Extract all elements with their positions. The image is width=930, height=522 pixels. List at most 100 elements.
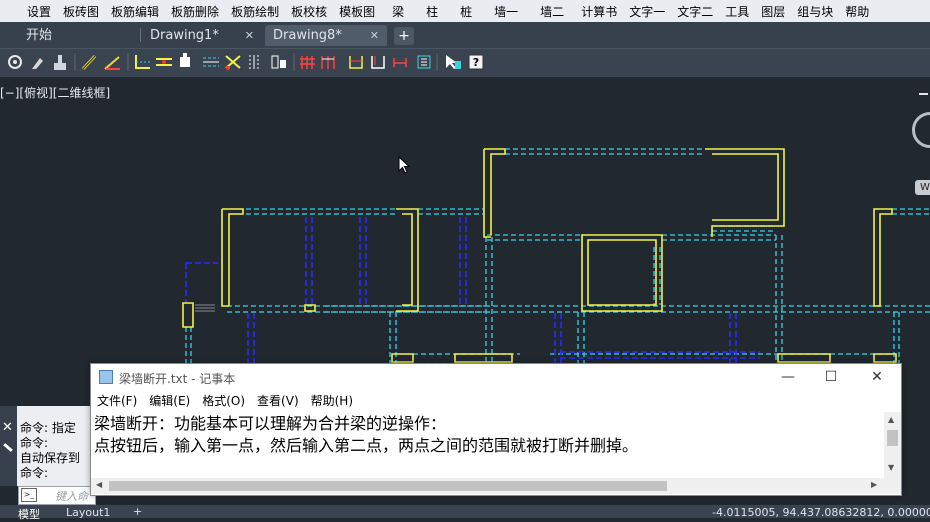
notepad-app-icon	[99, 370, 113, 384]
menu-item-text1[interactable]: 文字一	[623, 3, 671, 20]
stamp-icon[interactable]	[54, 55, 66, 70]
menu-item-settings[interactable]: 设置	[21, 3, 57, 20]
command-input[interactable]: >_ 键入命令	[18, 486, 96, 519]
close-icon[interactable]: ✕	[370, 25, 379, 46]
tab-start[interactable]: 开始	[18, 25, 138, 46]
toolbar: ?	[0, 48, 930, 78]
menu-item-formwork[interactable]: 模板图	[333, 3, 381, 20]
gear-icon[interactable]	[8, 55, 22, 69]
menu-item-rebar-draw[interactable]: 板筋绘制	[225, 3, 285, 20]
menu-file[interactable]: 文件(F)	[91, 392, 143, 410]
horizontal-scrollbar[interactable]: ◀ ▶	[91, 478, 884, 494]
text-line-1: 梁墙断开：功能基本可以理解为合并梁的逆操作：	[94, 414, 447, 433]
command-line-4: 命令:	[20, 466, 49, 480]
menu-item-tools[interactable]: 工具	[719, 3, 755, 20]
query-cursor-icon[interactable]	[446, 55, 461, 69]
scroll-thumb[interactable]	[109, 481, 667, 491]
tab-separator	[140, 28, 141, 42]
minimize-button[interactable]: —	[777, 367, 799, 387]
menu-item-slab-drawing[interactable]: 板砖图	[57, 3, 105, 20]
notepad-menu-bar: 文件(F) 编辑(E) 格式(O) 查看(V) 帮助(H)	[91, 392, 901, 410]
wrench-icon[interactable]	[3, 443, 13, 452]
menu-help[interactable]: 帮助(H)	[305, 392, 359, 410]
column-lines	[185, 217, 760, 377]
scroll-right-arrow[interactable]: ▶	[871, 480, 877, 489]
grid-icon[interactable]	[300, 56, 315, 69]
vertical-scrollbar[interactable]: ▲ ▼	[884, 412, 901, 478]
beam-bracket-icon[interactable]	[349, 56, 363, 69]
tab-drawing8[interactable]: Drawing8* ✕	[265, 25, 387, 46]
help-icon[interactable]: ?	[468, 54, 484, 70]
beam-dashed-icon[interactable]	[203, 57, 219, 67]
menu-item-group-block[interactable]: 组与块	[791, 3, 839, 20]
menu-item-help[interactable]: 帮助	[839, 3, 875, 20]
command-prompt-icon[interactable]: >_	[21, 488, 37, 502]
menu-item-slab-check[interactable]: 板校核	[285, 3, 333, 20]
scissors-icon[interactable]	[225, 55, 241, 70]
tab-start-label: 开始	[26, 28, 53, 43]
viewcube-ring	[912, 112, 930, 148]
menu-item-wall1[interactable]: 墙一	[483, 3, 529, 20]
plus-icon: +	[398, 28, 410, 44]
tab-drawing1[interactable]: Drawing1* ✕	[142, 25, 262, 46]
menu-bar: 设置 板砖图 板筋编辑 板筋删除 板筋绘制 板校核 模板图 梁 柱 桩 墙一 墙…	[0, 0, 930, 22]
mouse-cursor-icon	[398, 156, 411, 174]
menu-item-column[interactable]: 柱	[415, 3, 449, 20]
toolbar-icons: ?	[8, 53, 484, 71]
add-layout-button[interactable]: +	[133, 505, 142, 518]
scroll-left-arrow[interactable]: ◀	[96, 480, 102, 489]
svg-text:?: ?	[473, 56, 479, 69]
compass-west-label: W	[920, 182, 930, 193]
beam-lines	[185, 148, 930, 387]
layout-tabs-bar: 模型 Layout1 + -4.0115005, 94.437.08632812…	[0, 505, 930, 521]
pencil-icon[interactable]	[81, 54, 97, 71]
beam-merge-icon[interactable]	[271, 55, 286, 69]
menu-item-layers[interactable]: 图层	[755, 3, 791, 20]
menu-item-rebar-delete[interactable]: 板筋删除	[165, 3, 225, 20]
beam-corner-icon[interactable]	[135, 55, 150, 69]
wall-u-icon[interactable]	[371, 56, 385, 69]
menu-item-calc[interactable]: 计算书	[575, 3, 623, 20]
viewport-minimize-icon[interactable]	[919, 93, 928, 95]
layer-toggle-icon[interactable]	[417, 55, 431, 69]
maximize-button[interactable]: ☐	[820, 367, 842, 387]
menu-item-pile[interactable]: 桩	[449, 3, 483, 20]
tab-layout1[interactable]: Layout1	[66, 506, 110, 519]
wall-outlines	[182, 148, 897, 363]
close-button[interactable]: ✕	[866, 367, 888, 387]
notepad-text-area[interactable]: 梁墙断开：功能基本可以理解为合并梁的逆操作： 点按钮后，输入第一点，然后输入第二…	[94, 413, 879, 477]
notepad-title: 梁墙断开.txt - 记事本	[119, 372, 236, 386]
column-insert-icon[interactable]	[180, 53, 190, 67]
edit-line-icon[interactable]	[104, 56, 120, 70]
close-icon[interactable]: ✕	[245, 25, 254, 46]
viewcube[interactable]	[912, 112, 930, 162]
menu-item-beam[interactable]: 梁	[381, 3, 415, 20]
wrench-icon[interactable]	[32, 58, 43, 69]
wall-vertical-icon[interactable]	[321, 56, 335, 69]
menu-item-text2[interactable]: 文字二	[671, 3, 719, 20]
menu-format[interactable]: 格式(O)	[196, 392, 251, 410]
scroll-up-arrow[interactable]: ▲	[888, 415, 894, 424]
notepad-titlebar[interactable]: 梁墙断开.txt - 记事本 — ☐ ✕	[91, 364, 901, 390]
coordinate-readout: -4.0115005, 94.437.08632812, 0.0000000	[712, 506, 930, 519]
text-line-2: 点按钮后，输入第一点，然后输入第二点，两点之间的范围就被打断并删掉。	[94, 436, 639, 455]
menu-edit[interactable]: 编辑(E)	[143, 392, 196, 410]
tab-drawing1-label: Drawing1*	[150, 28, 219, 43]
new-tab-button[interactable]: +	[394, 27, 414, 45]
menu-view[interactable]: 查看(V)	[251, 392, 305, 410]
beam-split-icon[interactable]	[249, 55, 259, 69]
document-tabs: 开始 Drawing1* ✕ Drawing8* ✕ +	[0, 22, 930, 48]
scroll-down-arrow[interactable]: ▼	[888, 463, 894, 472]
dimension-icon[interactable]	[393, 58, 407, 67]
tab-drawing8-label: Drawing8*	[273, 28, 342, 43]
notepad-window[interactable]: 梁墙断开.txt - 记事本 — ☐ ✕ 文件(F) 编辑(E) 格式(O) 查…	[90, 363, 902, 496]
command-window-handle: ✕	[0, 406, 17, 486]
menu-item-wall2[interactable]: 墙二	[529, 3, 575, 20]
tab-model[interactable]: 模型	[18, 506, 40, 522]
menu-item-rebar-edit[interactable]: 板筋编辑	[105, 3, 165, 20]
beam-cross-icon[interactable]	[156, 58, 172, 66]
scroll-thumb[interactable]	[887, 430, 898, 446]
viewport-label[interactable]: [−][俯视][二维线框]	[0, 84, 110, 101]
resize-grip[interactable]	[884, 478, 901, 494]
close-icon[interactable]: ✕	[2, 420, 13, 435]
